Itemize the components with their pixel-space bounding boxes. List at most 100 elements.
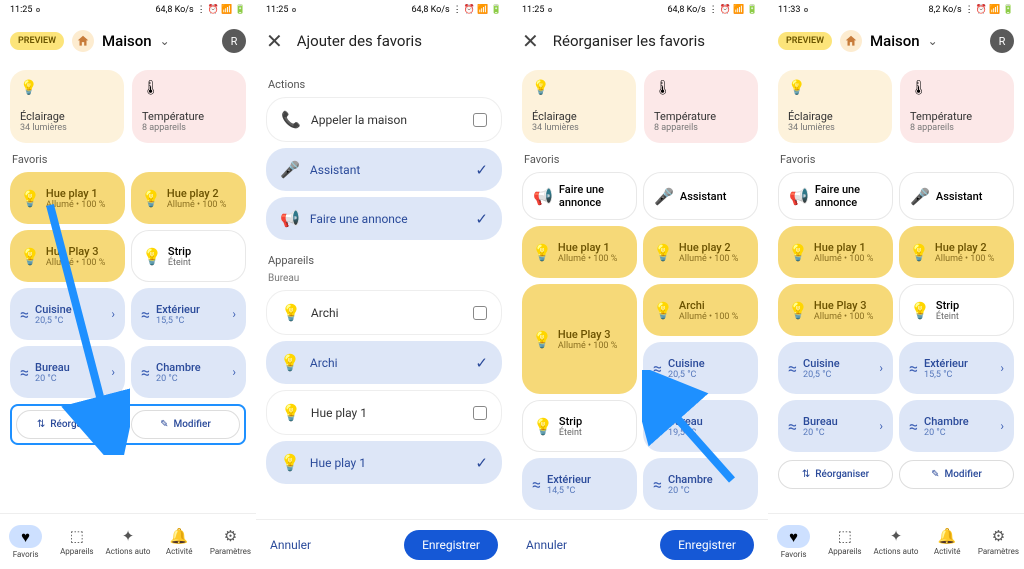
device-card-hue2[interactable]: 💡Hue play 2Allumé • 100 % xyxy=(899,226,1014,278)
device-card-chambre[interactable]: ≈Chambre20 °C› xyxy=(131,346,246,398)
device-card-cuisine[interactable]: ≈Cuisine20,5 °C› xyxy=(778,342,893,394)
nav-activite[interactable]: 🔔Activité xyxy=(154,514,205,569)
nav-favoris[interactable]: ♥Favoris xyxy=(768,514,819,569)
nav-activite[interactable]: 🔔Activité xyxy=(922,514,973,569)
device-card-cuisine[interactable]: ≈Cuisine20,5 °C xyxy=(643,342,758,394)
home-dropdown[interactable]: Maison xyxy=(102,32,152,50)
temperature-card[interactable]: 🌡Température8 appareils xyxy=(132,70,246,143)
checkbox-empty-icon xyxy=(473,406,487,420)
device-card-hue1[interactable]: 💡Hue play 1Allumé • 100 % xyxy=(10,172,125,224)
chevron-down-icon[interactable]: ⌄ xyxy=(160,34,170,48)
status-icons: ⋮ ⏰ 📶 🔋 xyxy=(709,5,758,15)
device-card-hue1[interactable]: 💡Hue play 1Allumé • 100 % xyxy=(522,226,637,278)
device-card-strip[interactable]: 💡StripÉteint xyxy=(522,400,637,452)
thermo-icon: ≈ xyxy=(909,359,918,378)
temperature-card[interactable]: 🌡Température8 appareils xyxy=(644,70,758,143)
time: 11:25 xyxy=(10,5,32,15)
device-card-hue3[interactable]: 💡Hue Play 3Allumé • 100 % xyxy=(10,230,125,282)
cancel-button[interactable]: Annuler xyxy=(270,538,311,552)
chevron-right-icon: › xyxy=(232,365,236,379)
thermo-icon: 🌡 xyxy=(654,80,748,96)
device-card-ext[interactable]: ≈Extérieur15,5 °C› xyxy=(899,342,1014,394)
modify-button[interactable]: ✎Modifier xyxy=(131,410,240,439)
save-button[interactable]: Enregistrer xyxy=(404,530,498,560)
action-assistant-card[interactable]: 🎤Assistant xyxy=(643,172,758,220)
nav-parametres[interactable]: ⚙Paramètres xyxy=(973,514,1024,569)
avatar[interactable]: R xyxy=(222,29,246,53)
bulb-icon: 💡 xyxy=(653,301,673,320)
bulb-icon: 💡 xyxy=(532,80,626,96)
device-card-chambre[interactable]: ≈Chambre20 °C› xyxy=(899,400,1014,452)
reorganize-button[interactable]: ⇅Réorganiser xyxy=(16,410,125,439)
action-assistant-card[interactable]: 🎤Assistant xyxy=(899,172,1014,220)
device-card-chambre[interactable]: ≈Chambre20 °C xyxy=(643,458,758,510)
bulb-icon: 💡 xyxy=(788,301,808,320)
modal-header: ✕ Réorganiser les favoris xyxy=(512,20,768,62)
section-favoris: Favoris xyxy=(524,153,756,166)
bulb-icon: 💡 xyxy=(788,243,808,262)
bulb-icon: 💡 xyxy=(533,417,553,436)
avatar[interactable]: R xyxy=(990,29,1014,53)
chevron-right-icon: › xyxy=(1000,419,1004,433)
lighting-card[interactable]: 💡Éclairage34 lumières xyxy=(10,70,124,143)
action-announce-card[interactable]: 📢Faire une annonce xyxy=(778,172,893,220)
thermo-icon: ≈ xyxy=(653,475,662,494)
home-icon[interactable] xyxy=(840,30,862,52)
device-hue1[interactable]: 💡Hue play 1 xyxy=(266,390,502,435)
device-card-ext[interactable]: ≈Extérieur14,5 °C xyxy=(522,458,637,510)
card-sub: 8 appareils xyxy=(142,123,236,133)
nav-appareils[interactable]: ⬚Appareils xyxy=(819,514,870,569)
chevron-down-icon[interactable]: ⌄ xyxy=(928,34,938,48)
heart-icon: ♥ xyxy=(789,528,798,546)
home-dropdown[interactable]: Maison xyxy=(870,32,920,50)
modify-button[interactable]: ✎Modifier xyxy=(899,460,1014,489)
device-card-hue1[interactable]: 💡Hue play 1Allumé • 100 % xyxy=(778,226,893,278)
action-assistant[interactable]: 🎤Assistant✓ xyxy=(266,148,502,191)
device-card-bureau[interactable]: ≈Bureau19,5 °C xyxy=(643,400,758,452)
device-card-bureau[interactable]: ≈Bureau20 °C› xyxy=(778,400,893,452)
reorganize-button[interactable]: ⇅Réorganiser xyxy=(778,460,893,489)
chevron-right-icon: › xyxy=(879,419,883,433)
card-title: Température xyxy=(142,110,236,123)
nav-auto[interactable]: ✦Actions auto xyxy=(870,514,921,569)
device-card-hue3[interactable]: 💡Hue Play 3Allumé • 100 % xyxy=(778,284,893,336)
action-announce-card[interactable]: 📢Faire une annonce xyxy=(522,172,637,220)
mic-icon: 🎤 xyxy=(654,187,674,206)
bulb-icon: 💡 xyxy=(532,330,552,349)
nav-appareils[interactable]: ⬚Appareils xyxy=(51,514,102,569)
highlight-annotation: ⇅Réorganiser ✎Modifier xyxy=(10,404,246,445)
action-announce[interactable]: 📢Faire une annonce✓ xyxy=(266,197,502,240)
nav-parametres[interactable]: ⚙Paramètres xyxy=(205,514,256,569)
mic-icon: 🎤 xyxy=(280,160,300,179)
nav-favoris[interactable]: ♥Favoris xyxy=(0,514,51,569)
home-icon[interactable] xyxy=(72,30,94,52)
device-archi-sel[interactable]: 💡Archi✓ xyxy=(266,341,502,384)
lighting-card[interactable]: 💡Éclairage34 lumières xyxy=(778,70,892,143)
device-card-archi[interactable]: 💡ArchiAllumé • 100 % xyxy=(643,284,758,336)
nav-auto[interactable]: ✦Actions auto xyxy=(102,514,153,569)
save-button[interactable]: Enregistrer xyxy=(660,530,754,560)
device-archi[interactable]: 💡Archi xyxy=(266,290,502,335)
device-card-strip[interactable]: 💡StripÉteint xyxy=(131,230,246,282)
device-card-strip[interactable]: 💡StripÉteint xyxy=(899,284,1014,336)
check-icon: ✓ xyxy=(475,161,488,179)
device-card-hue2[interactable]: 💡Hue play 2Allumé • 100 % xyxy=(643,226,758,278)
reorder-icon: ⇅ xyxy=(802,469,810,480)
device-card-ext[interactable]: ≈Extérieur15,5 °C› xyxy=(131,288,246,340)
action-call-home[interactable]: 📞Appeler la maison xyxy=(266,97,502,142)
preview-badge: PREVIEW xyxy=(778,32,832,50)
device-card-bureau[interactable]: ≈Bureau20 °C› xyxy=(10,346,125,398)
device-card-cuisine[interactable]: ≈Cuisine20,5 °C› xyxy=(10,288,125,340)
thermo-icon: ≈ xyxy=(532,475,541,494)
content: 💡Éclairage34 lumières 🌡Température8 appa… xyxy=(768,62,1024,513)
temperature-card[interactable]: 🌡Température8 appareils xyxy=(900,70,1014,143)
cancel-button[interactable]: Annuler xyxy=(526,538,567,552)
lighting-card[interactable]: 💡Éclairage34 lumières xyxy=(522,70,636,143)
device-card-hue3-dragging[interactable]: 💡Hue Play 3Allumé • 100 % xyxy=(522,284,637,394)
close-icon[interactable]: ✕ xyxy=(266,29,283,53)
net-speed: 8,2 Ko/s xyxy=(929,5,962,15)
close-icon[interactable]: ✕ xyxy=(522,29,539,53)
device-hue1-sel[interactable]: 💡Hue play 1✓ xyxy=(266,441,502,484)
preview-badge: PREVIEW xyxy=(10,32,64,50)
device-card-hue2[interactable]: 💡Hue play 2Allumé • 100 % xyxy=(131,172,246,224)
